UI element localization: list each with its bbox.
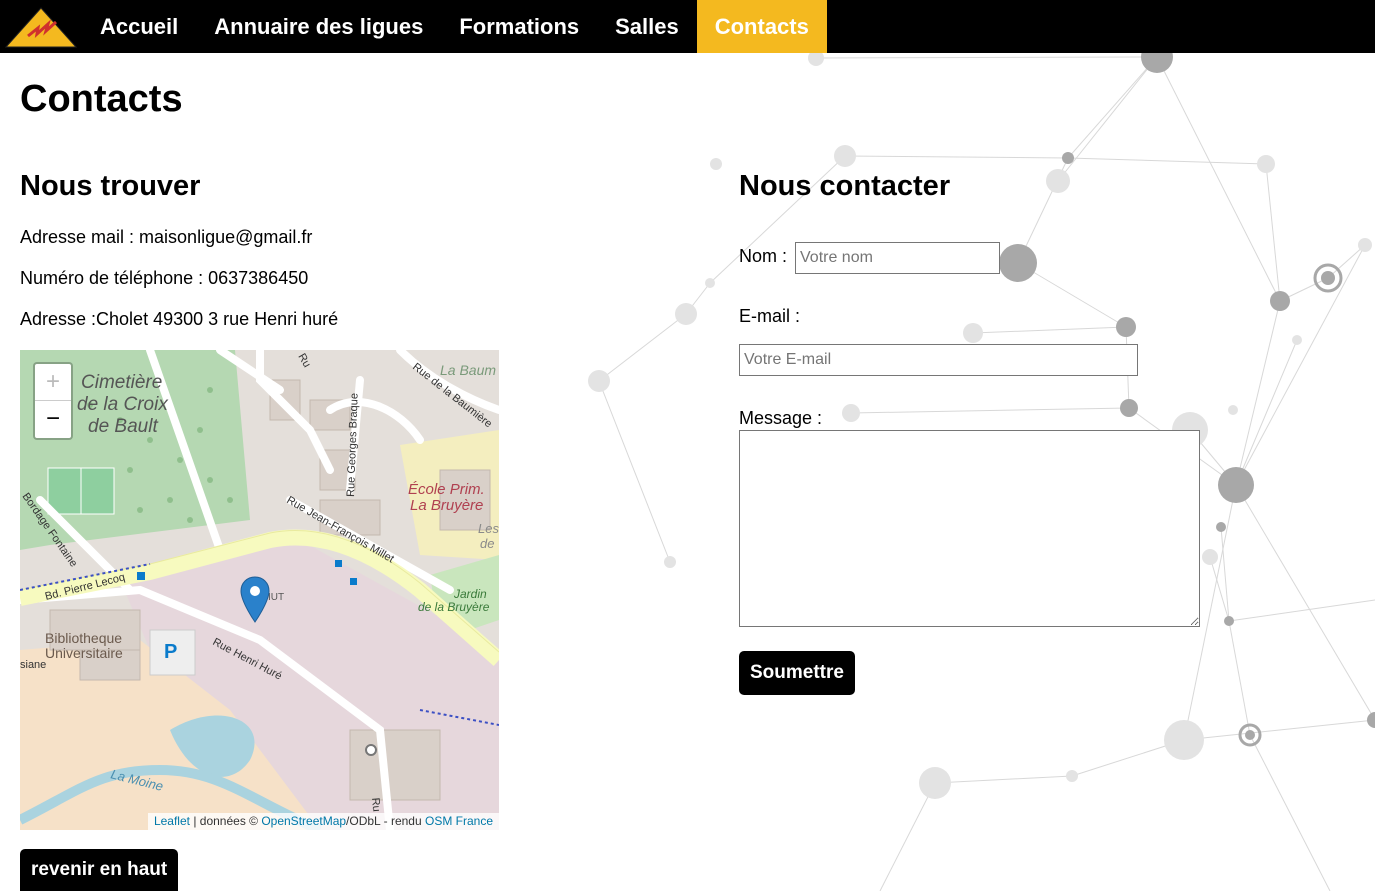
email-label: E-mail : <box>739 306 801 326</box>
map-label-school-2: La Bruyère <box>410 497 483 514</box>
zoom-out-button[interactable]: − <box>35 401 71 437</box>
phone-info: Numéro de téléphone : 0637386450 <box>20 268 309 288</box>
attribution-text-1: | données © <box>189 814 262 828</box>
attribution-text-2: /ODbL - rendu <box>346 814 425 828</box>
map-road-ru-bottom: Ru <box>369 797 382 812</box>
nav-accueil[interactable]: Accueil <box>82 0 196 53</box>
location-map[interactable]: Cimetière de la Croix de Bault École Pri… <box>20 350 499 830</box>
address-info: Adresse :Cholet 49300 3 rue Henri huré <box>20 309 339 329</box>
map-label-cemetery-3: de Bault <box>88 416 158 437</box>
nav-annuaire-des-ligues[interactable]: Annuaire des ligues <box>196 0 441 53</box>
map-label-la-baum: La Baum <box>440 362 496 378</box>
map-label-cemetery-2: de la Croix <box>77 394 169 415</box>
map-label-les: Les <box>478 521 499 536</box>
back-to-top-button[interactable]: revenir en haut <box>20 849 179 891</box>
osm-france-link[interactable]: OSM France <box>425 814 493 828</box>
map-label-siane: siane <box>20 659 46 671</box>
map-label-cemetery-1: Cimetière <box>81 372 162 393</box>
map-marker-icon[interactable] <box>240 576 270 624</box>
map-label-library-2: Universitaire <box>45 645 123 661</box>
map-attribution: Leaflet | données © OpenStreetMap/ODbL -… <box>147 813 499 830</box>
nav-contacts[interactable]: Contacts <box>696 0 827 53</box>
map-label-garden-2: de la Bruyère <box>418 600 490 614</box>
page-title: Contacts <box>20 78 183 120</box>
email-input[interactable] <box>739 344 1138 376</box>
nav-formations[interactable]: Formations <box>441 0 597 53</box>
contact-title: Nous contacter <box>739 170 951 202</box>
site-logo[interactable] <box>0 0 82 53</box>
map-label-iut: IUT <box>268 592 284 603</box>
map-label-library-1: Bibliotheque <box>45 630 122 646</box>
zoom-in-button[interactable]: + <box>35 364 71 401</box>
leaflet-link[interactable]: Leaflet <box>154 814 190 828</box>
map-label-de: de <box>480 536 494 551</box>
email-info: Adresse mail : maisonligue@gmail.fr <box>20 227 313 247</box>
nav-salles[interactable]: Salles <box>597 0 697 53</box>
find-us-title: Nous trouver <box>20 170 201 202</box>
openstreetmap-link[interactable]: OpenStreetMap <box>261 814 346 828</box>
name-label: Nom : <box>739 246 788 266</box>
name-input[interactable] <box>795 242 1000 274</box>
message-textarea[interactable] <box>739 430 1200 627</box>
message-label: Message : <box>739 408 823 428</box>
map-zoom-control: + − <box>33 362 73 440</box>
submit-button[interactable]: Soumettre <box>739 651 855 695</box>
map-label-parking: P <box>164 641 177 663</box>
top-navbar: Accueil Annuaire des ligues Formations S… <box>0 0 1375 53</box>
map-label-garden-1: Jardin <box>453 587 487 601</box>
map-label-school-1: École Prim. <box>408 481 485 498</box>
